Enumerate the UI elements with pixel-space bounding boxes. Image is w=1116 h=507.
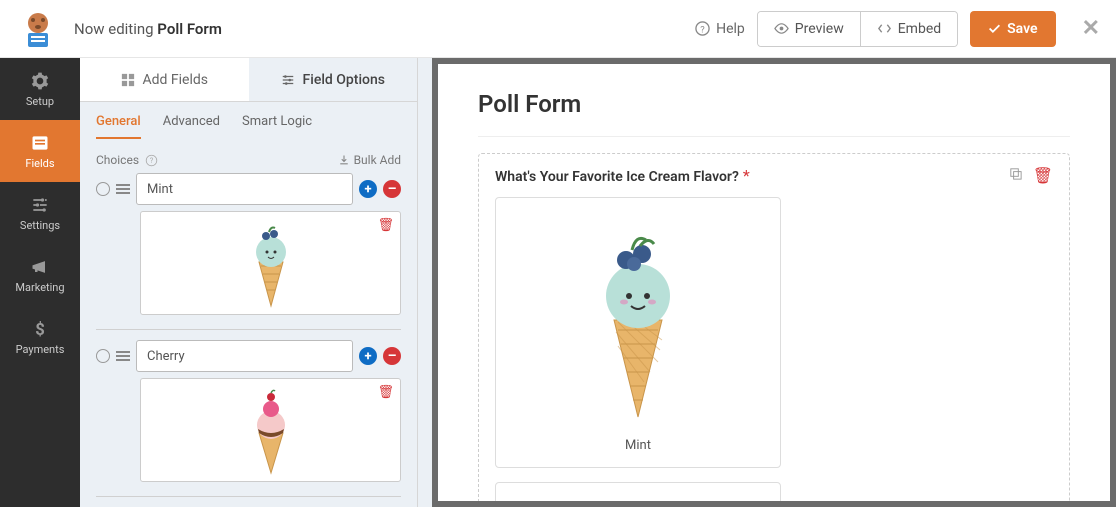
- svg-text:?: ?: [150, 155, 154, 164]
- dollar-icon: $: [30, 319, 50, 339]
- delete-field-icon[interactable]: 🗑: [1033, 166, 1053, 185]
- preview-button[interactable]: Preview: [758, 12, 861, 46]
- preview-embed-group: Preview Embed: [757, 11, 958, 47]
- subtab-advanced[interactable]: Advanced: [163, 114, 220, 139]
- drag-handle[interactable]: [116, 351, 130, 361]
- save-button[interactable]: Save: [970, 11, 1055, 47]
- help-icon: ?: [695, 21, 710, 36]
- option-card[interactable]: Cherry: [495, 482, 781, 501]
- side-nav: Setup Fields Settings Marketing $ Paymen…: [0, 58, 80, 507]
- svg-text:?: ?: [700, 24, 705, 35]
- option-label: Mint: [625, 438, 651, 453]
- choice-row: + –: [96, 340, 401, 372]
- remove-choice-button[interactable]: –: [383, 347, 401, 365]
- embed-button[interactable]: Embed: [861, 12, 957, 46]
- nav-payments[interactable]: $ Payments: [0, 306, 80, 368]
- form-title: Poll Form: [478, 90, 1070, 118]
- choice-input[interactable]: [136, 173, 353, 205]
- field-panel: Add Fields Field Options General Advance…: [80, 58, 418, 507]
- choice-list: + – 🗑 +: [80, 173, 417, 507]
- mint-cone-icon: [241, 218, 301, 308]
- trash-icon[interactable]: 🗑: [377, 218, 394, 233]
- subtab-smart-logic[interactable]: Smart Logic: [242, 114, 312, 139]
- form-icon: [30, 133, 50, 153]
- field-label: What's Your Favorite Ice Cream Flavor?: [495, 169, 739, 185]
- code-icon: [877, 21, 892, 36]
- grid-icon: [121, 73, 135, 87]
- page-title: Now editing Poll Form: [74, 20, 695, 38]
- nav-marketing[interactable]: Marketing: [0, 244, 80, 306]
- options-icon: [281, 73, 295, 87]
- add-choice-button[interactable]: +: [359, 347, 377, 365]
- cherry-cone-icon: [241, 385, 301, 475]
- close-button[interactable]: ✕: [1082, 16, 1100, 41]
- tab-field-options[interactable]: Field Options: [249, 58, 418, 101]
- form-preview: Poll Form What's Your Favorite Ice Cream…: [438, 64, 1110, 501]
- subtab-general[interactable]: General: [96, 114, 141, 139]
- option-card[interactable]: Mint: [495, 197, 781, 468]
- drag-handle[interactable]: [116, 184, 130, 194]
- tab-add-fields[interactable]: Add Fields: [80, 58, 249, 101]
- nav-settings[interactable]: Settings: [0, 182, 80, 244]
- top-actions: ? Help Preview Embed Save ✕: [695, 11, 1100, 47]
- duplicate-icon[interactable]: [1008, 166, 1023, 185]
- field-block[interactable]: What's Your Favorite Ice Cream Flavor? *…: [478, 153, 1070, 501]
- help-icon[interactable]: ?: [145, 154, 158, 167]
- add-choice-button[interactable]: +: [359, 180, 377, 198]
- choice-input[interactable]: [136, 340, 353, 372]
- panel-scrollbar[interactable]: [418, 58, 432, 507]
- top-bar: Now editing Poll Form ? Help Preview Emb…: [0, 0, 1116, 58]
- choice-image-preview[interactable]: 🗑: [140, 211, 401, 315]
- download-icon: [338, 154, 350, 166]
- gear-icon: [30, 71, 50, 91]
- check-icon: [988, 22, 1001, 35]
- eye-icon: [774, 21, 789, 36]
- app-logo: [16, 7, 60, 51]
- trash-icon[interactable]: 🗑: [377, 385, 394, 400]
- form-canvas: Poll Form What's Your Favorite Ice Cream…: [432, 58, 1116, 507]
- choices-header: Choices ? Bulk Add: [80, 139, 417, 173]
- radio-default[interactable]: [96, 349, 110, 363]
- megaphone-icon: [30, 257, 50, 277]
- remove-choice-button[interactable]: –: [383, 180, 401, 198]
- svg-text:$: $: [35, 320, 45, 338]
- sub-tabs: General Advanced Smart Logic: [80, 102, 417, 139]
- nav-fields[interactable]: Fields: [0, 120, 80, 182]
- nav-setup[interactable]: Setup: [0, 58, 80, 120]
- radio-default[interactable]: [96, 182, 110, 196]
- choice-image-preview[interactable]: 🗑: [140, 378, 401, 482]
- required-marker: *: [743, 166, 750, 185]
- help-link[interactable]: ? Help: [695, 21, 745, 37]
- mint-cone-icon: [578, 222, 698, 422]
- bulk-add-link[interactable]: Bulk Add: [338, 153, 401, 167]
- choice-row: + –: [96, 173, 401, 205]
- sliders-icon: [30, 195, 50, 215]
- panel-tabs: Add Fields Field Options: [80, 58, 417, 102]
